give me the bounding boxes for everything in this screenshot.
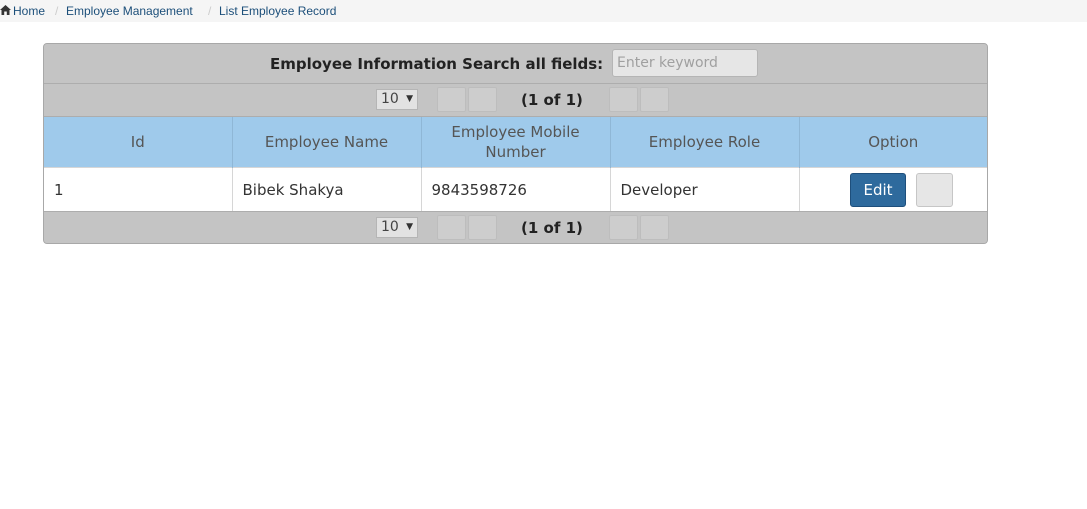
rows-per-page-select[interactable]: 10 ▼ — [376, 89, 418, 110]
global-search-input[interactable] — [612, 49, 758, 77]
rows-per-page-value: 10 — [381, 91, 399, 107]
column-header-employee-name[interactable]: Employee Name — [232, 117, 422, 168]
edit-button[interactable]: Edit — [850, 173, 906, 207]
column-header-employee-mobile-number[interactable]: Employee Mobile Number — [421, 117, 611, 168]
paginator-top: 10 ▼ (1 of 1) — [44, 84, 987, 117]
datatable-title: Employee Information Search all fields: — [270, 55, 604, 73]
cell-employee-name: Bibek Shakya — [232, 167, 422, 212]
breadcrumb-list-employee-record-link[interactable]: List Employee Record — [219, 4, 336, 18]
datatable-header: Employee Information Search all fields: — [44, 44, 987, 84]
previous-page-button[interactable] — [468, 215, 497, 240]
cell-employee-role: Developer — [610, 167, 800, 212]
chevron-down-icon: ▼ — [406, 222, 413, 232]
column-header-employee-role[interactable]: Employee Role — [610, 117, 800, 168]
paginator-bottom: 10 ▼ (1 of 1) — [44, 211, 987, 243]
cell-id: 1 — [44, 167, 233, 212]
column-header-id[interactable]: Id — [44, 117, 233, 168]
breadcrumb-separator: / — [208, 4, 212, 18]
next-page-button[interactable] — [609, 87, 638, 112]
breadcrumb-home-link[interactable]: Home — [13, 4, 45, 18]
home-icon[interactable] — [0, 5, 11, 15]
column-header-option: Option — [799, 117, 987, 168]
page-report: (1 of 1) — [521, 219, 583, 237]
breadcrumb: Home / Employee Management / List Employ… — [0, 0, 1087, 22]
table-row[interactable]: 1 Bibek Shakya 9843598726 Developer — [44, 167, 987, 212]
last-page-button[interactable] — [640, 215, 669, 240]
next-page-button[interactable] — [609, 215, 638, 240]
last-page-button[interactable] — [640, 87, 669, 112]
employee-datatable: Employee Information Search all fields: … — [43, 43, 988, 244]
page-report: (1 of 1) — [521, 91, 583, 109]
table-header-row: Id Employee Name Employee Mobile Number … — [44, 117, 987, 168]
cell-employee-mobile-number: 9843598726 — [421, 167, 611, 212]
previous-page-button[interactable] — [468, 87, 497, 112]
breadcrumb-separator: / — [55, 4, 59, 18]
breadcrumb-employee-management-link[interactable]: Employee Management — [66, 4, 193, 18]
chevron-down-icon: ▼ — [406, 94, 413, 104]
rows-per-page-select[interactable]: 10 ▼ — [376, 217, 418, 238]
first-page-button[interactable] — [437, 87, 466, 112]
employee-table: Id Employee Name Employee Mobile Number … — [44, 117, 987, 212]
first-page-button[interactable] — [437, 215, 466, 240]
rows-per-page-value: 10 — [381, 219, 399, 235]
delete-button[interactable] — [916, 173, 953, 207]
